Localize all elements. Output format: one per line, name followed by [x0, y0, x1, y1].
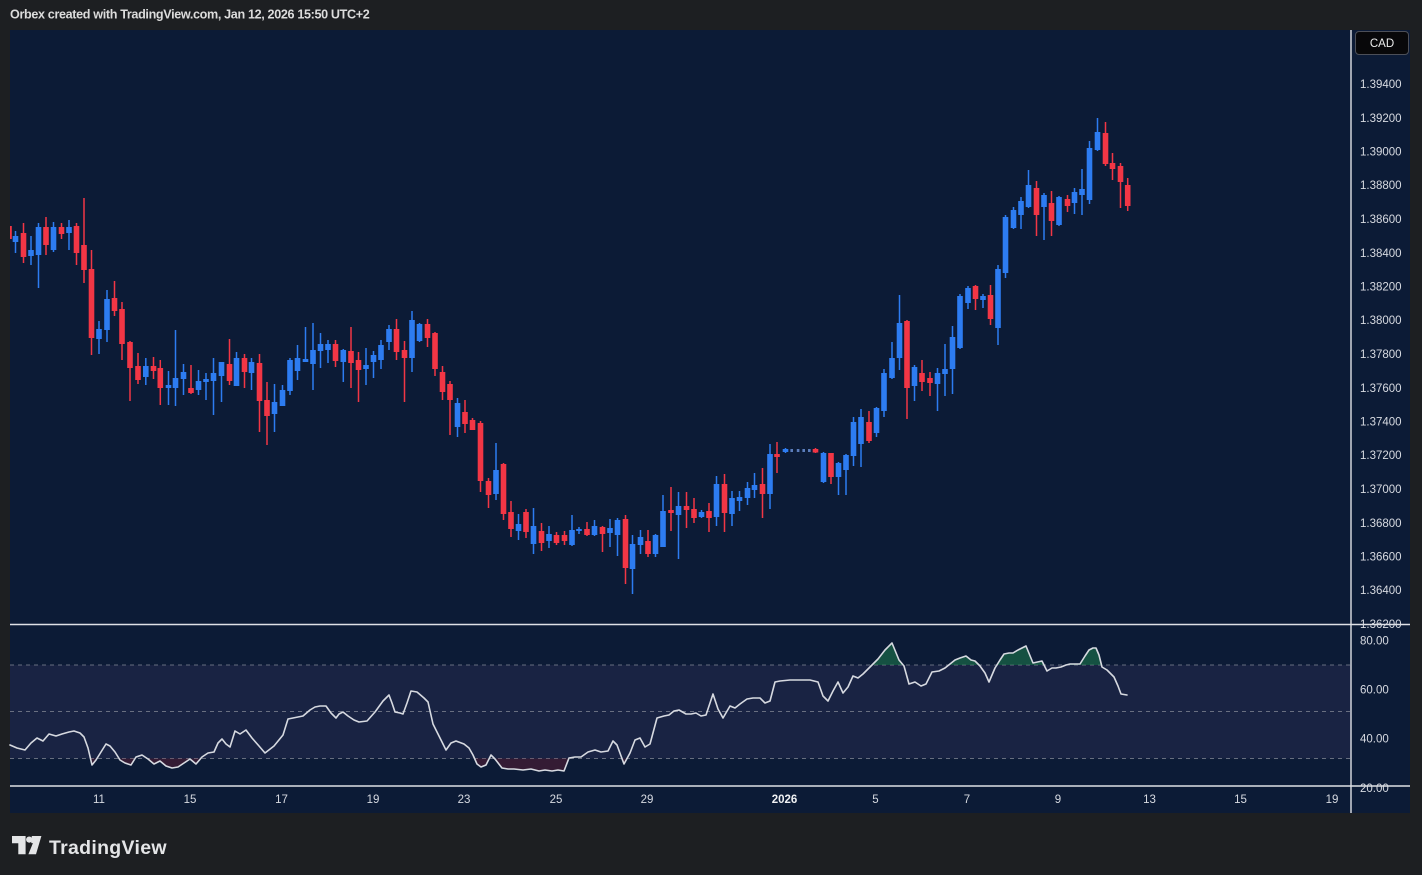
svg-text:1.37000: 1.37000 [1360, 484, 1402, 496]
svg-text:1.36600: 1.36600 [1360, 552, 1402, 564]
svg-text:Orbex created with TradingView: Orbex created with TradingView.com, Jan … [10, 8, 370, 22]
svg-text:20.00: 20.00 [1360, 783, 1389, 795]
svg-text:1.39000: 1.39000 [1360, 147, 1402, 159]
svg-text:17: 17 [275, 794, 288, 806]
svg-text:1.37800: 1.37800 [1360, 349, 1402, 361]
svg-text:CAD: CAD [1370, 38, 1394, 50]
svg-text:1.38600: 1.38600 [1360, 214, 1402, 226]
svg-text:1.39400: 1.39400 [1360, 79, 1402, 91]
svg-text:1.38800: 1.38800 [1360, 180, 1402, 192]
svg-text:9: 9 [1055, 794, 1061, 806]
svg-text:1.36800: 1.36800 [1360, 518, 1402, 530]
svg-text:1.38400: 1.38400 [1360, 248, 1402, 260]
svg-text:TradingView: TradingView [49, 837, 167, 859]
svg-text:1.37200: 1.37200 [1360, 450, 1402, 462]
svg-text:1.36400: 1.36400 [1360, 585, 1402, 597]
svg-text:19: 19 [367, 794, 380, 806]
svg-text:7: 7 [964, 794, 970, 806]
svg-text:15: 15 [184, 794, 197, 806]
svg-text:15: 15 [1234, 794, 1247, 806]
svg-text:60.00: 60.00 [1360, 685, 1389, 697]
svg-text:5: 5 [872, 794, 878, 806]
svg-text:1.38000: 1.38000 [1360, 315, 1402, 327]
svg-text:1.38200: 1.38200 [1360, 282, 1402, 294]
svg-text:11: 11 [93, 794, 105, 806]
svg-text:29: 29 [641, 794, 654, 806]
svg-text:40.00: 40.00 [1360, 734, 1389, 746]
svg-text:25: 25 [550, 794, 563, 806]
svg-text:1.37600: 1.37600 [1360, 383, 1402, 395]
svg-text:19: 19 [1326, 794, 1339, 806]
svg-text:23: 23 [458, 794, 471, 806]
svg-text:1.37400: 1.37400 [1360, 417, 1402, 429]
svg-text:1.39200: 1.39200 [1360, 113, 1402, 125]
svg-text:2026: 2026 [772, 794, 798, 806]
svg-text:13: 13 [1143, 794, 1156, 806]
svg-text:80.00: 80.00 [1360, 636, 1389, 648]
svg-text:1.36200: 1.36200 [1360, 619, 1402, 631]
